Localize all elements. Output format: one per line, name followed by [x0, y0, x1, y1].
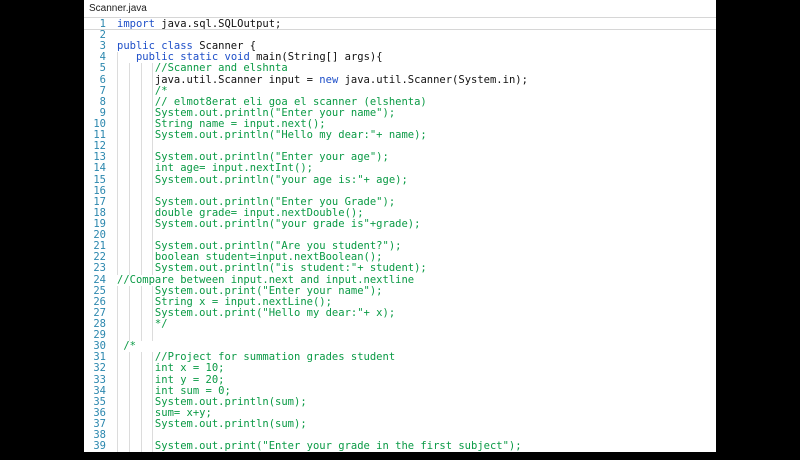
indent-guide [117, 174, 118, 186]
indent-guide [152, 218, 153, 231]
line-number: 6 [99, 73, 106, 86]
tab-label: Scanner.java [89, 3, 147, 14]
code-line[interactable]: 39 System.out.print("Enter your grade in… [84, 441, 716, 452]
indent-guide [141, 418, 142, 431]
line-number: 5 [99, 62, 106, 75]
indent-guide [117, 130, 118, 142]
code-area[interactable]: 1 import java.sql.SQLOutput; 2 3 public clas… [84, 18, 716, 452]
code-line[interactable]: 29 [84, 329, 716, 342]
code-line[interactable]: 11 System.out.println("Hello my dear:"+ … [84, 129, 716, 142]
indent-guide [152, 318, 153, 331]
indent-guide [152, 330, 153, 342]
indent-guide [141, 318, 142, 331]
code-text: */ [117, 317, 168, 330]
line-number: 23 [93, 262, 106, 275]
code-line[interactable]: 1 import java.sql.SQLOutput; [84, 18, 716, 30]
line-number: 33 [93, 373, 106, 386]
indent-guide [117, 218, 118, 231]
code-text: System.out.println("your grade is"+grade… [117, 217, 421, 230]
code-text: java.util.Scanner input = new java.util.… [117, 73, 528, 86]
code-text: System.out.println("your age is:"+ age); [117, 173, 408, 186]
indent-guide [129, 418, 130, 431]
indent-guide [129, 130, 130, 142]
code-line[interactable]: 27 System.out.print("Hello my dear:"+ x)… [84, 307, 716, 319]
line-number: 24 [93, 273, 106, 286]
code-line[interactable]: 6 java.util.Scanner input = new java.uti… [84, 73, 716, 86]
code-text: System.out.print("Enter your grade in th… [117, 440, 522, 452]
line-number: 15 [93, 173, 106, 186]
code-line[interactable]: 19 System.out.println("your grade is"+gr… [84, 217, 716, 231]
code-line[interactable]: 28 */ [84, 317, 716, 331]
indent-guide [129, 218, 130, 231]
indent-guide [152, 441, 153, 452]
line-number: 39 [93, 440, 106, 452]
code-line[interactable]: 37 System.out.println(sum); [84, 417, 716, 431]
code-text: import java.sql.SQLOutput; [117, 18, 282, 30]
indent-guide [129, 174, 130, 186]
indent-guide [152, 174, 153, 186]
indent-guide [117, 441, 118, 452]
code-text: System.out.println("Hello my dear:"+ nam… [117, 129, 427, 142]
indent-guide [129, 441, 130, 452]
screen-background: Scanner.java 1 import java.sql.SQLOutput;… [0, 0, 800, 460]
indent-guide [141, 330, 142, 342]
tab-scanner-java[interactable]: Scanner.java [84, 0, 153, 17]
indent-guide [117, 418, 118, 431]
line-number: 14 [93, 162, 106, 175]
code-line[interactable]: 15 System.out.println("your age is:"+ ag… [84, 173, 716, 186]
indent-guide [117, 318, 118, 331]
tab-bar: Scanner.java [84, 0, 716, 18]
indent-guide [129, 318, 130, 331]
indent-guide [141, 130, 142, 142]
code-text: System.out.println(sum); [117, 417, 307, 430]
indent-guide [141, 218, 142, 231]
code-editor: Scanner.java 1 import java.sql.SQLOutput;… [84, 0, 716, 452]
indent-guide [141, 441, 142, 452]
line-number: 32 [93, 362, 106, 375]
indent-guide [152, 418, 153, 431]
indent-guide [152, 130, 153, 142]
indent-guide [141, 174, 142, 186]
